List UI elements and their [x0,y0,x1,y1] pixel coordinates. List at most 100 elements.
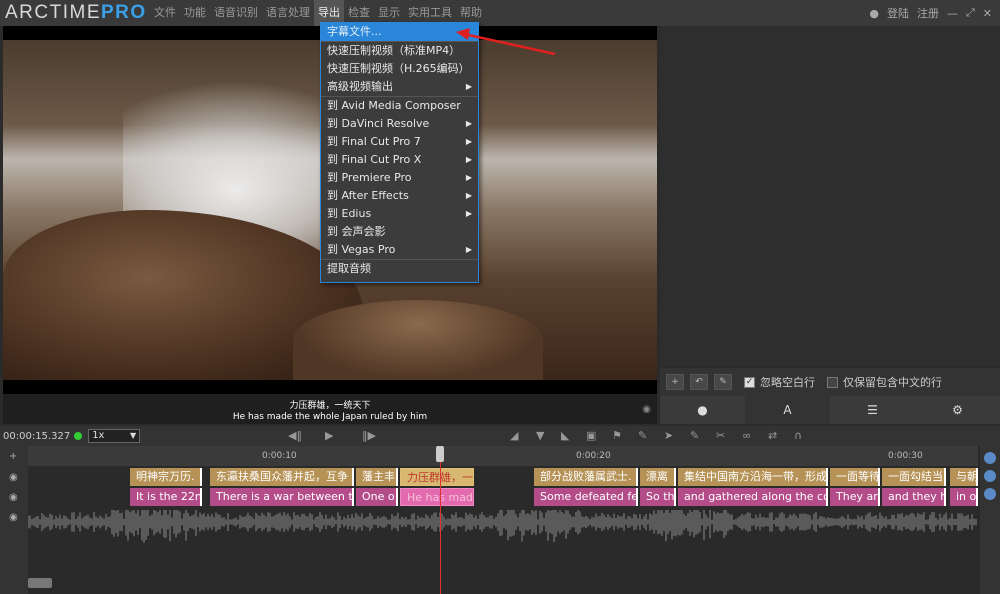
export-fcpx[interactable]: 到 Final Cut Pro X ▶ [321,151,478,169]
subtitle-clip-cn[interactable]: 一面等待 [830,468,880,486]
keep-chinese-checkbox[interactable] [827,376,838,388]
register-link[interactable]: 注册 [917,5,939,21]
subtitle-preview: 力压群雄，一统天下 He has made the whole Japan ru… [3,394,657,424]
subtitle-clip-cn[interactable]: 集结中国南方沿海一带，形成 [678,468,828,486]
minimize-icon[interactable]: — [947,7,958,20]
export-dropdown-menu: 字幕文件... 快速压制视频（标准MP4） 快速压制视频（H.265编码） 高级… [320,22,479,283]
play-icon[interactable]: ▶ [325,429,333,442]
export-huisheng[interactable]: 到 会声会影 [321,223,478,241]
subtitle-clip-en[interactable]: and gathered along the co [678,488,828,506]
subtitle-clip-en[interactable]: So th [640,488,676,506]
subtitle-clip-en[interactable]: in o [950,488,978,506]
maximize-icon[interactable]: ⤢ [966,6,975,20]
camera-icon[interactable]: ▣ [586,429,596,442]
subtitle-clip-en[interactable]: Some defeated fe [534,488,638,506]
subtitle-clip-cn[interactable]: 与朝 [950,468,978,486]
flag-icon[interactable]: ⚑ [612,429,622,442]
prev-icon[interactable]: ◀‖ [288,429,302,442]
subtitle-clip-en[interactable]: It is the 22n [130,488,202,506]
subtitle-clip-en[interactable]: They ar [830,488,880,506]
subtitle-clip-cn[interactable]: 东瀛扶桑国众藩并起，互争 [210,468,354,486]
scissors-icon[interactable]: ✂ [716,429,725,442]
list-icon[interactable]: ☰ [830,396,915,424]
playhead[interactable] [440,446,441,594]
menu-item-label: 快速压制视频（标准MP4） [327,44,461,57]
english-subtitle-track[interactable]: It is the 22n There is a war between t O… [28,488,978,508]
ignore-blank-checkbox[interactable]: ✓ [744,376,755,388]
export-after-effects[interactable]: 到 After Effects ▶ [321,187,478,205]
menu-item-label: 到 After Effects [327,189,409,202]
magnet-icon[interactable]: ∩ [794,429,802,442]
zoom-icon[interactable] [984,488,996,500]
timeline-scrollbar[interactable] [28,578,52,588]
subtitle-clip-en[interactable]: and they h [882,488,946,506]
down-icon[interactable]: ▼ [536,429,544,442]
export-advanced-video[interactable]: 高级视频输出 ▶ [321,78,478,96]
gear-icon[interactable]: ⚙ [915,396,1000,424]
edit-tool-icon[interactable]: ✎ [690,429,699,442]
export-vegas[interactable]: 到 Vegas Pro ▶ [321,241,478,259]
export-extract-audio[interactable]: 提取音频 [321,260,478,278]
subtitle-cn: 力压群雄，一统天下 [289,401,371,411]
submenu-arrow-icon: ▶ [465,137,472,146]
menu-language-processing[interactable]: 语言处理 [262,0,314,26]
export-fcp7[interactable]: 到 Final Cut Pro 7 ▶ [321,133,478,151]
link-icon[interactable]: ∞ [742,429,751,442]
tab-font[interactable]: A [745,396,830,424]
export-davinci[interactable]: 到 DaVinci Resolve ▶ [321,115,478,133]
subtitle-clip-cn[interactable]: 明神宗万历. [130,468,202,486]
timeline[interactable]: + ◉ ◉ ◉ 0:00:10 0:00:20 0:00:30 明神宗万历. 东… [0,446,1000,594]
playhead-handle[interactable] [436,446,444,462]
track-gutter: + ◉ ◉ ◉ [0,446,28,594]
zoom-icon[interactable] [984,470,996,482]
zoom-icon[interactable] [984,452,996,464]
undo-icon[interactable]: ↶ [690,374,708,390]
export-fast-h265[interactable]: 快速压制视频（H.265编码） [321,60,478,78]
export-edius[interactable]: 到 Edius ▶ [321,205,478,223]
subtitle-clip-en[interactable]: One o [356,488,398,506]
speed-select[interactable]: 1x ▼ [88,429,141,443]
chinese-subtitle-track[interactable]: 明神宗万历. 东瀛扶桑国众藩并起，互争 藩主丰 力压群雄，一 部分战败藩属武士.… [28,468,978,488]
export-premiere[interactable]: 到 Premiere Pro ▶ [321,169,478,187]
cursor-icon[interactable]: ➤ [664,429,673,442]
trim-right-icon[interactable]: ◣ [561,429,569,442]
subtitle-clip-cn[interactable]: 漂离 [640,468,676,486]
menu-item-label: 快速压制视频（H.265编码） [327,62,470,75]
swap-icon[interactable]: ⇄ [768,429,777,442]
next-icon[interactable]: ‖▶ [362,429,376,442]
subtitle-clip-en-selected[interactable]: He has mad [400,488,474,506]
add-icon[interactable]: + [666,374,684,390]
subtitle-clip-cn[interactable]: 部分战败藩属武士. [534,468,638,486]
subtitle-text-panel[interactable] [660,26,1000,366]
eye-icon[interactable]: ◉ [9,492,18,503]
export-avid[interactable]: 到 Avid Media Composer [321,97,478,115]
audio-waveform[interactable] [28,510,978,588]
login-link[interactable]: 登陆 [887,5,909,21]
trim-left-icon[interactable]: ◢ [510,429,518,442]
edit-icon[interactable]: ✎ [714,374,732,390]
chat-icon[interactable]: ● [660,396,745,424]
subtitle-clip-en[interactable]: There is a war between t [210,488,354,506]
speed-value: 1x [92,430,105,441]
eye-icon[interactable]: ◉ [9,472,18,483]
menu-item-label: 到 Premiere Pro [327,171,412,184]
menu-item-label: 到 Final Cut Pro 7 [327,135,421,148]
menu-item-label: 到 Edius [327,207,372,220]
menu-file[interactable]: 文件 [150,0,180,26]
subtitle-clip-cn-selected[interactable]: 力压群雄，一 [400,468,474,486]
menu-function[interactable]: 功能 [180,0,210,26]
add-track-icon[interactable]: + [9,451,17,462]
tick-label: 0:00:10 [262,451,297,461]
time-ruler[interactable]: 0:00:10 0:00:20 0:00:30 [28,446,978,466]
subtitle-clip-cn[interactable]: 一面勾结当 [882,468,946,486]
eye-icon[interactable]: ◉ [9,512,18,523]
menu-item-label: 字幕文件... [327,25,382,38]
menu-item-label: 到 DaVinci Resolve [327,117,430,130]
timecode: 00:00:15.327 [3,430,71,442]
menu-speech-recognition[interactable]: 语音识别 [210,0,262,26]
user-icon: ● [869,6,879,20]
pen-icon[interactable]: ✎ [638,429,647,442]
eye-icon[interactable]: ◉ [642,404,651,415]
subtitle-clip-cn[interactable]: 藩主丰 [356,468,398,486]
close-icon[interactable]: ✕ [983,7,992,20]
